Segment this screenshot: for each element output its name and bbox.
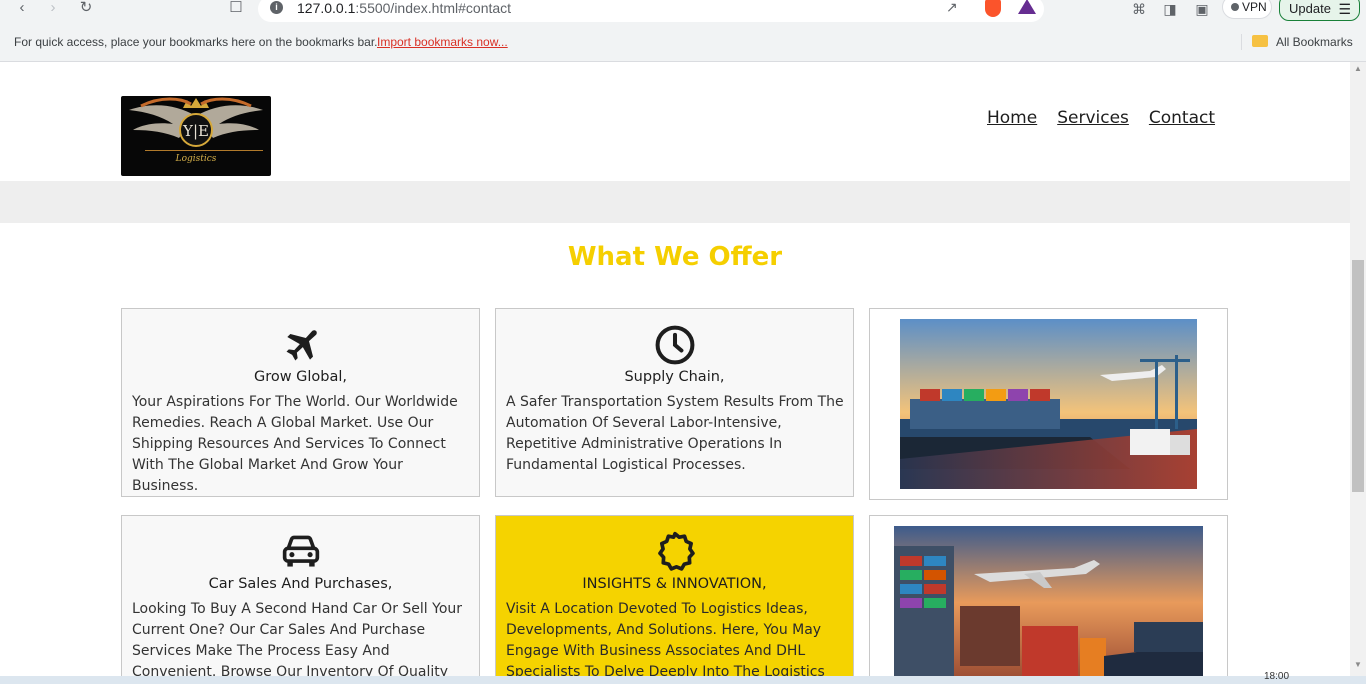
share-icon[interactable]: ↗ xyxy=(946,0,962,15)
site-logo[interactable]: Y|E Logistics xyxy=(121,96,271,176)
folder-icon xyxy=(1252,35,1268,47)
offer-card-grow-global: Grow Global, Your Aspirations For The Wo… xyxy=(121,308,480,497)
import-bookmarks-link[interactable]: Import bookmarks now... xyxy=(377,35,508,49)
url-text[interactable]: 127.0.0.1:5500/index.html#contact xyxy=(297,0,511,16)
image-card-transport xyxy=(869,515,1228,684)
scroll-up-icon[interactable]: ▲ xyxy=(1350,64,1366,78)
extensions-icon[interactable]: ⌘ xyxy=(1130,1,1148,17)
offer-card-supply-chain: Supply Chain, A Safer Transportation Sys… xyxy=(495,308,854,497)
airplane-icon xyxy=(122,325,479,367)
all-bookmarks-button[interactable]: All Bookmarks xyxy=(1276,35,1353,49)
hero-band xyxy=(0,181,1350,223)
card-body: Visit A Location Devoted To Logistics Id… xyxy=(506,601,825,680)
bookmarks-bar: For quick access, place your bookmarks h… xyxy=(0,22,1366,62)
taskbar-clock: 18:00 xyxy=(1264,671,1290,682)
section-title: What We Offer xyxy=(567,242,783,272)
clock-icon xyxy=(496,323,853,365)
card-body: Looking To Buy A Second Hand Car Or Sell… xyxy=(132,601,463,680)
scroll-down-icon[interactable]: ▼ xyxy=(1350,660,1366,674)
main-nav: Home Services Contact xyxy=(987,108,1215,128)
card-title: Car Sales And Purchases, xyxy=(208,576,393,592)
card-title: Grow Global, xyxy=(253,369,348,385)
bookmarks-divider xyxy=(1241,34,1242,50)
nav-home-link[interactable]: Home xyxy=(987,108,1037,128)
os-taskbar: 18:00 xyxy=(0,671,1366,684)
update-button[interactable]: Update ☰ xyxy=(1279,0,1360,21)
page-viewport: Y|E Logistics Home Services Contact What… xyxy=(0,62,1350,684)
card-title: INSIGHTS & INNOVATION, xyxy=(582,576,767,592)
car-icon xyxy=(122,532,479,574)
image-card-port xyxy=(869,308,1228,500)
nav-services-link[interactable]: Services xyxy=(1057,108,1129,128)
scrollbar-thumb[interactable] xyxy=(1352,260,1364,492)
reload-icon[interactable]: ↻ xyxy=(78,0,94,16)
site-info-icon[interactable]: i xyxy=(270,1,283,14)
brave-shields-icon[interactable] xyxy=(985,0,1001,17)
logo-divider xyxy=(145,150,263,151)
logo-tagline: Logistics xyxy=(175,154,217,164)
site-header: Y|E Logistics Home Services Contact xyxy=(0,62,1350,181)
update-label: Update xyxy=(1289,1,1331,16)
badge-icon xyxy=(496,530,853,572)
vpn-label: VPN xyxy=(1242,0,1267,14)
menu-icon: ☰ xyxy=(1338,1,1351,17)
forward-icon[interactable]: › xyxy=(45,0,61,16)
browser-toolbar: ‹ › ↻ ☐ i 127.0.0.1:5500/index.html#cont… xyxy=(0,0,1366,22)
logo-initials: Y|E xyxy=(183,122,209,140)
card-title: Supply Chain, xyxy=(624,369,725,385)
page-scrollbar[interactable]: ▲ ▼ xyxy=(1350,62,1366,684)
wallet-icon[interactable]: ▣ xyxy=(1193,1,1211,17)
cargo-ship-port-image xyxy=(900,319,1197,489)
address-bar[interactable]: i 127.0.0.1:5500/index.html#contact ↗ xyxy=(258,0,1044,22)
back-icon[interactable]: ‹ xyxy=(14,0,30,16)
card-body: A Safer Transportation System Results Fr… xyxy=(506,394,844,473)
vpn-status-icon xyxy=(1231,3,1239,11)
offer-card-insights: INSIGHTS & INNOVATION, Visit A Location … xyxy=(495,515,854,684)
brave-rewards-icon[interactable] xyxy=(1018,0,1036,14)
card-body: Your Aspirations For The World. Our Worl… xyxy=(132,394,458,494)
vpn-button[interactable]: VPN xyxy=(1222,0,1272,19)
bookmarks-prompt: For quick access, place your bookmarks h… xyxy=(14,35,378,49)
sidebar-icon[interactable]: ◨ xyxy=(1161,1,1179,17)
nav-contact-link[interactable]: Contact xyxy=(1149,108,1215,128)
bookmark-star-icon[interactable]: ☐ xyxy=(228,0,244,16)
logistics-transport-image xyxy=(894,526,1203,684)
offer-card-car-sales: Car Sales And Purchases, Looking To Buy … xyxy=(121,515,480,684)
